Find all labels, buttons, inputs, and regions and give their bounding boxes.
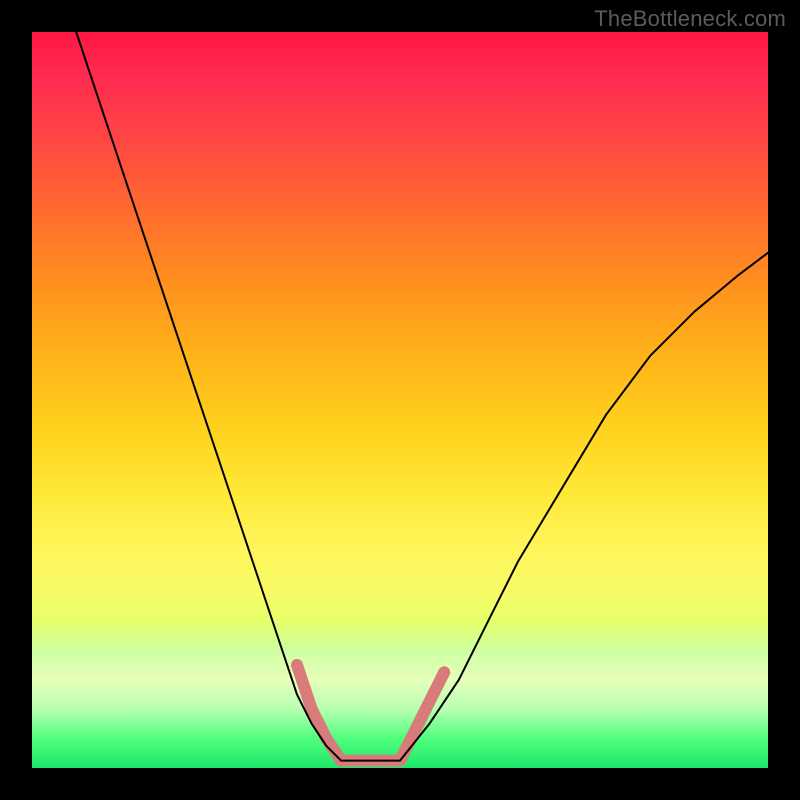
- highlight-right-segment: [400, 672, 444, 760]
- highlight-markers: [297, 665, 444, 761]
- left-branch-line: [76, 32, 341, 761]
- main-curves: [76, 32, 768, 761]
- outer-frame: TheBottleneck.com: [0, 0, 800, 800]
- highlight-left-segment: [297, 665, 341, 761]
- right-branch-line: [400, 253, 768, 761]
- watermark-text: TheBottleneck.com: [594, 6, 786, 32]
- plot-area: [32, 32, 768, 768]
- chart-svg: [32, 32, 768, 768]
